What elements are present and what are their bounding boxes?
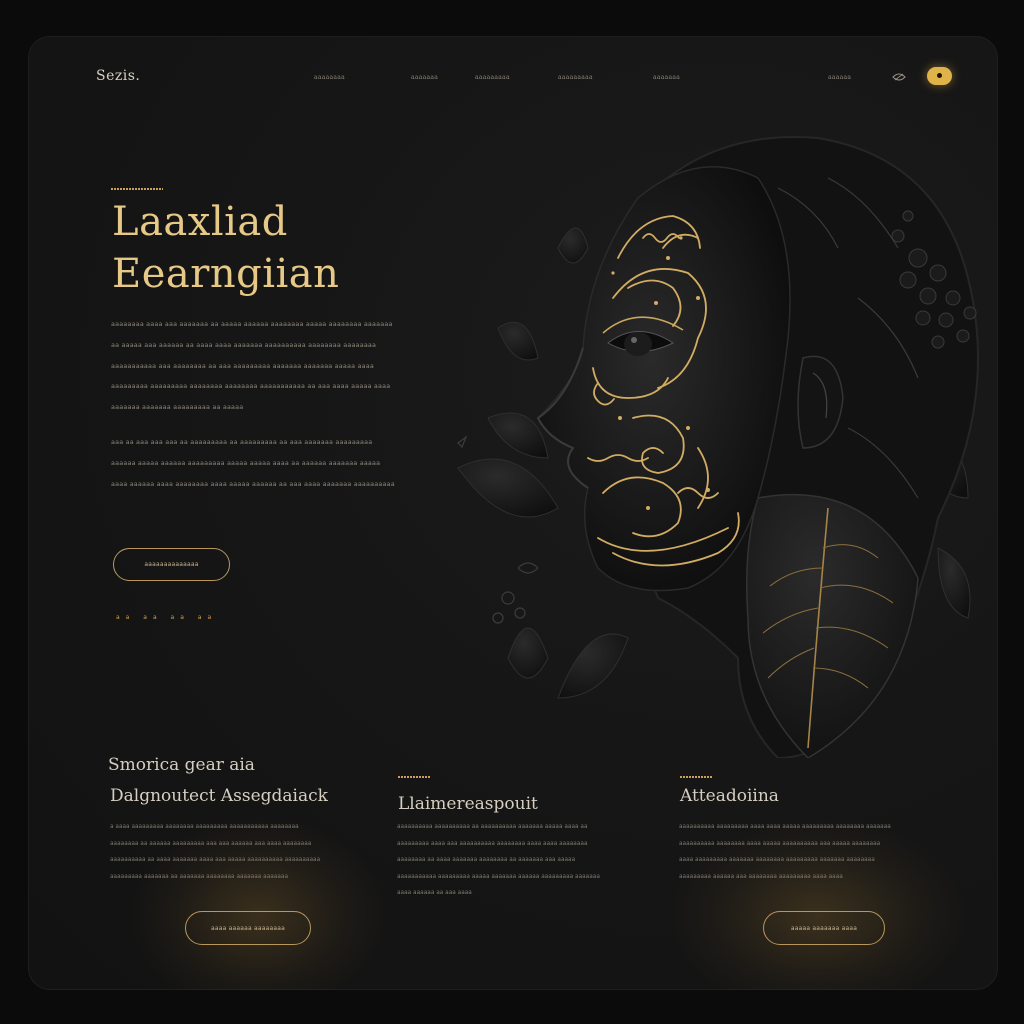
nav-item-2[interactable]: aaaaaaa [411, 74, 438, 81]
hero-paragraph-2: aaa aa aaa aaa aaa aa aaaaaaaaa aa aaaaa… [111, 438, 395, 488]
hero-divider [111, 188, 163, 190]
column-3-divider [680, 776, 712, 778]
column-1-text: a aaaa aaaaaaaaa aaaaaaaa aaaaaaaaa aaaa… [110, 824, 321, 880]
nav-item-3[interactable]: aaaaaaaaa [475, 74, 510, 81]
column-2-divider [398, 776, 430, 778]
column-1-button[interactable]: aaaa aaaaaa aaaaaaaa [185, 911, 311, 945]
column-3-title: Atteadoiina [680, 786, 779, 806]
column-3-text: aaaaaaaaaa aaaaaaaaa aaaa aaaa aaaaa aaa… [679, 824, 891, 880]
hero-title-line-1: Laaxliad [112, 199, 288, 245]
page-frame: Sezis. aaaaaaaa aaaaaaa aaaaaaaaa aaaaaa… [28, 36, 998, 990]
dot-icon [937, 73, 942, 78]
account-toggle-button[interactable] [927, 67, 952, 85]
hero-page-dots: aa aa aa aa [116, 614, 218, 621]
hero-paragraph-1: aaaaaaaa aaaa aaa aaaaaaa aa aaaaa aaaaa… [111, 320, 393, 412]
ornate-face-illustration [457, 136, 979, 758]
column-1-title: Dalgnoutect Assegdaiack [110, 786, 328, 806]
top-nav: aaaaaaaa aaaaaaa aaaaaaaaa aaaaaaaaa aaa… [28, 74, 998, 86]
nav-item-5[interactable]: aaaaaaa [653, 74, 680, 81]
hero-cta-button[interactable]: aaaaaaaaaaaaaa [113, 548, 230, 581]
eye-icon[interactable] [892, 72, 906, 82]
column-2-title: Llaimereaspouit [398, 794, 538, 814]
hero-title-line-2: Eearngiian [112, 251, 340, 297]
section-kicker: Smorica gear aia [108, 755, 255, 775]
nav-item-6[interactable]: aaaaaa [828, 74, 851, 81]
nav-item-4[interactable]: aaaaaaaaa [558, 74, 593, 81]
nav-item-1[interactable]: aaaaaaaa [314, 74, 345, 81]
column-2-text: aaaaaaaaaa aaaaaaaaaa aa aaaaaaaaaa aaaa… [397, 824, 600, 896]
hero-title: Laaxliad Eearngiian [112, 196, 339, 300]
column-3-button[interactable]: aaaaa aaaaaaa aaaa [763, 911, 885, 945]
